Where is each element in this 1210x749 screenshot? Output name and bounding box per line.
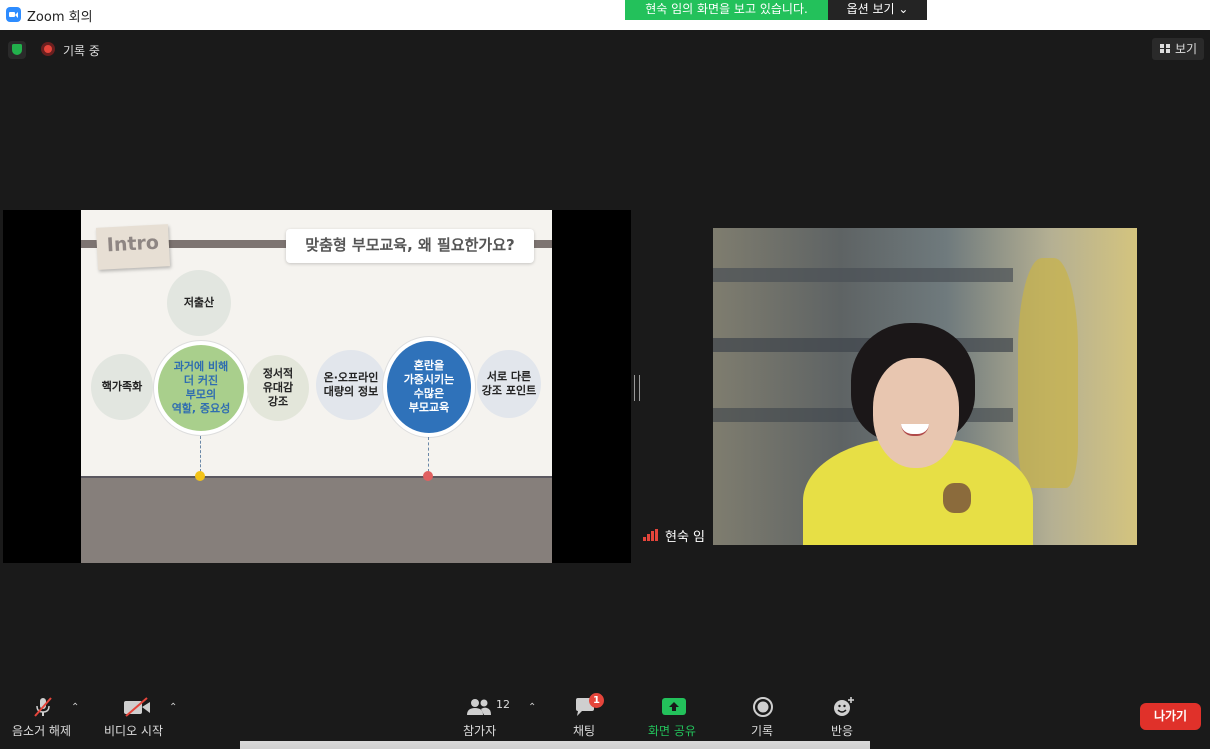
- record-icon: [753, 697, 773, 717]
- share-screen-button[interactable]: 화면 공유: [646, 688, 702, 742]
- slide-floor: [81, 476, 552, 563]
- slide-circle-low-birth: 저출산: [167, 270, 231, 336]
- presentation-slide: Intro 맞춤형 부모교육, 왜 필요한가요? 저출산 핵가족화 과거에 비해…: [81, 210, 552, 563]
- slide-circle-parent-role: 과거에 비해 더 커진 부모의 역할, 중요성: [158, 345, 244, 431]
- split-resize-handle[interactable]: [634, 375, 640, 401]
- participant-video[interactable]: [713, 228, 1137, 545]
- slide-floor-line: [81, 476, 552, 478]
- slide-circle-emotional-bond: 정서적 유대감 강조: [247, 355, 309, 421]
- slide-connector-green: [200, 436, 201, 472]
- view-layout-button[interactable]: 보기: [1152, 38, 1204, 60]
- slide-circle-mass-info: 온·오프라인 대량의 정보: [316, 350, 386, 420]
- view-layout-label: 보기: [1175, 42, 1198, 56]
- participant-brooch: [943, 483, 971, 513]
- signal-strength-icon: [643, 529, 659, 541]
- participants-icon: [467, 699, 491, 715]
- record-label: 기록: [751, 724, 774, 738]
- reactions-label: 반응: [831, 724, 854, 738]
- security-shield-icon[interactable]: [8, 41, 26, 59]
- participants-options-caret[interactable]: ⌃: [528, 702, 536, 713]
- share-screen-icon: [662, 698, 686, 715]
- unmute-label: 음소거 해제: [12, 724, 72, 738]
- smiley-add-icon: [834, 697, 854, 716]
- slide-circle-nuclear-family: 핵가족화: [91, 354, 153, 420]
- meeting-toolbar: 음소거 해제 ⌃ 비디오 시작 ⌃ 12 참가자 ⌃ 1 채팅 화면 공유 기록…: [0, 688, 1210, 749]
- video-camera-off-icon: [124, 697, 150, 717]
- video-options-caret[interactable]: ⌃: [169, 702, 177, 713]
- unmute-button[interactable]: 음소거 해제: [8, 688, 78, 742]
- grid-icon: [1160, 44, 1170, 53]
- record-button[interactable]: 기록: [745, 688, 781, 742]
- window-title-bar: Zoom 회의: [0, 0, 1210, 30]
- zoom-app-icon: [6, 7, 21, 22]
- participants-count: 12: [496, 698, 510, 711]
- slide-intro-tag: Intro: [95, 224, 171, 270]
- start-video-button[interactable]: 비디오 시작: [102, 688, 172, 742]
- chat-label: 채팅: [573, 724, 596, 738]
- participants-label: 참가자: [463, 724, 497, 738]
- slide-connector-blue: [428, 437, 429, 472]
- slide-heading: 맞춤형 부모교육, 왜 필요한가요?: [286, 229, 534, 263]
- background-plant: [1018, 258, 1078, 488]
- slide-pin-red: [423, 471, 433, 481]
- window-title: Zoom 회의: [27, 10, 93, 25]
- slide-pin-yellow: [195, 471, 205, 481]
- leave-meeting-button[interactable]: 나가기: [1140, 703, 1201, 730]
- participants-button[interactable]: 12 참가자: [460, 688, 510, 742]
- microphone-muted-icon: [34, 697, 52, 717]
- recording-label: 기록 중: [63, 44, 100, 58]
- participant-face: [873, 358, 959, 468]
- taskbar-peek: [240, 741, 870, 749]
- share-screen-label: 화면 공유: [648, 724, 696, 738]
- chat-button[interactable]: 1 채팅: [566, 688, 606, 742]
- chat-unread-badge: 1: [589, 693, 604, 708]
- reactions-button[interactable]: 반응: [825, 688, 865, 742]
- background-shelf: [713, 268, 1013, 282]
- shared-screen: Intro 맞춤형 부모교육, 왜 필요한가요? 저출산 핵가족화 과거에 비해…: [3, 210, 631, 563]
- screen-share-banner: 현숙 임의 화면을 보고 있습니다.: [625, 0, 828, 20]
- view-options-button[interactable]: 옵션 보기 ⌄: [828, 0, 927, 20]
- slide-circle-different-points: 서로 다른 강조 포인트: [477, 350, 541, 418]
- start-video-label: 비디오 시작: [104, 724, 164, 738]
- participant-name: 현숙 임: [665, 530, 706, 545]
- audio-options-caret[interactable]: ⌃: [71, 702, 79, 713]
- slide-circle-confusing-education: 혼란을 가중시키는 수많은 부모교육: [387, 341, 471, 433]
- recording-icon: [41, 42, 55, 56]
